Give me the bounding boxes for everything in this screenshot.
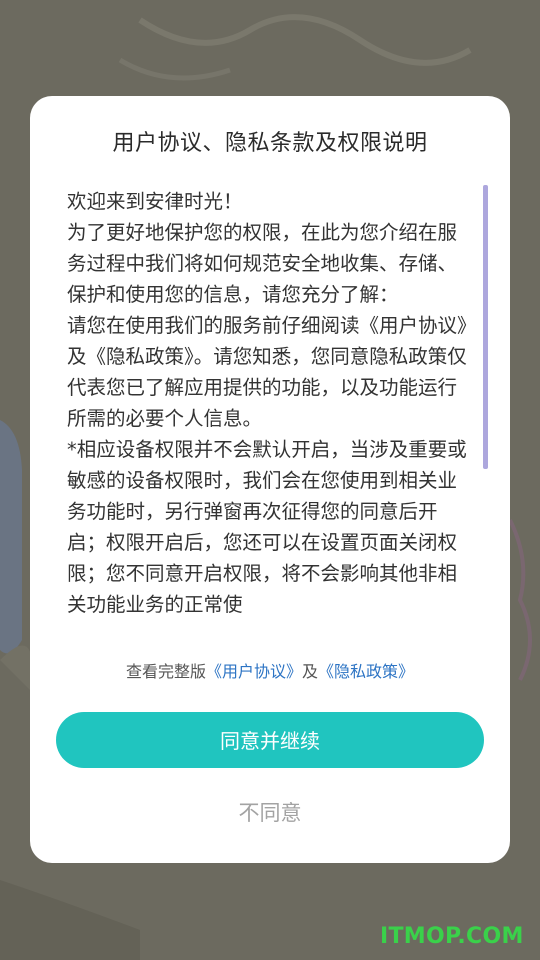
full-version-links: 查看完整版《用户协议》及《隐私政策》: [30, 660, 510, 684]
agreement-scroll-area[interactable]: 欢迎来到安律时光！ 为了更好地保护您的权限，在此为您介绍在服务过程中我们将如何规…: [67, 186, 471, 636]
links-conjunction: 及: [302, 662, 319, 681]
agreement-paragraph: 为了更好地保护您的权限，在此为您介绍在服务过程中我们将如何规范安全地收集、存储、…: [67, 221, 458, 306]
dialog-title: 用户协议、隐私条款及权限说明: [112, 131, 428, 156]
privacy-policy-link[interactable]: 《隐私政策》: [318, 662, 414, 681]
disagree-button[interactable]: 不同意: [170, 796, 370, 830]
dialog-header: 用户协议、隐私条款及权限说明: [30, 128, 510, 160]
scrollbar-thumb[interactable]: [483, 185, 488, 469]
agreement-paragraph: *相应设备权限并不会默认开启，当涉及重要或敏感的设备权限时，我们会在您使用到相关…: [67, 438, 467, 616]
agreement-paragraph: 欢迎来到安律时光！: [67, 190, 243, 213]
site-watermark: ITMOP.COM: [380, 924, 524, 949]
agree-continue-button[interactable]: 同意并继续: [56, 712, 484, 768]
user-agreement-link[interactable]: 《用户协议》: [206, 662, 302, 681]
agreement-paragraph: 请您在使用我们的服务前仔细阅读《用户协议》及《隐私政策》。请您知悉，您同意隐私政…: [67, 314, 467, 430]
links-prefix: 查看完整版: [125, 662, 206, 681]
